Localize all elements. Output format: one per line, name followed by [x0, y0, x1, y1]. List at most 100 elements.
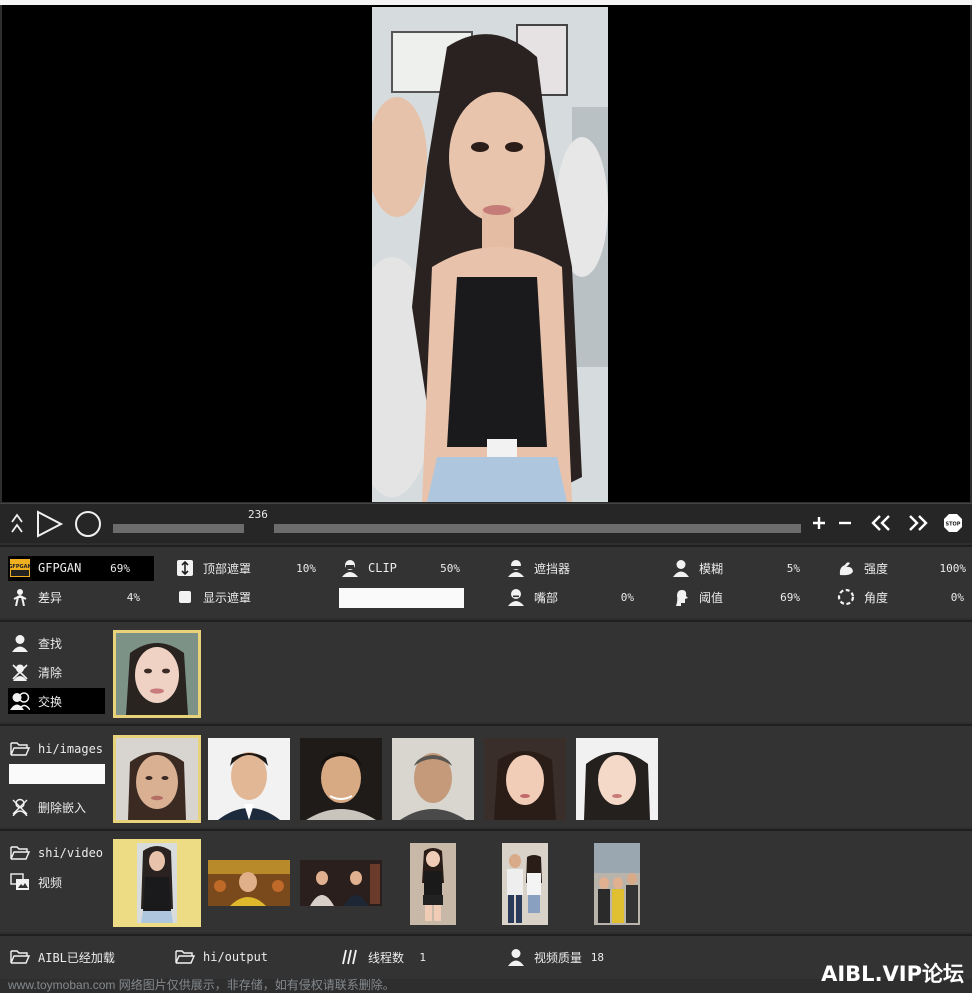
folder-open-icon [10, 843, 30, 863]
source-image-thumbnail[interactable] [300, 738, 382, 820]
gfpgan-setting[interactable]: GFPGAN GFPGAN [10, 557, 81, 579]
delete-embed-label: 删除嵌入 [38, 800, 87, 815]
top-mask-setting[interactable]: 顶部遮罩 [175, 557, 251, 579]
timeline-played[interactable] [113, 524, 244, 533]
swap-faces-button[interactable]: 交换 [10, 690, 62, 712]
play-icon[interactable] [32, 507, 66, 541]
strength-label: 强度 [864, 561, 889, 576]
video-thumbnail[interactable] [410, 843, 456, 925]
clear-person-icon [10, 662, 30, 682]
occluder-label: 遮挡器 [534, 561, 571, 576]
swap-label: 交换 [38, 694, 63, 709]
blur-label: 模糊 [699, 561, 724, 576]
svg-text:GFPGAN: GFPGAN [10, 564, 30, 570]
video-folder-button[interactable]: shi/video [10, 842, 103, 864]
video-thumbnail-selected[interactable] [113, 839, 201, 927]
checkbox-icon[interactable] [175, 587, 195, 607]
source-image-thumbnail[interactable] [392, 738, 474, 820]
threshold-label: 阈值 [699, 590, 724, 605]
source-image-thumbnail[interactable] [576, 738, 658, 820]
gfpgan-value: 69% [110, 562, 130, 575]
images-folder-label: hi/images [38, 742, 104, 756]
diff-figure-icon [10, 587, 30, 607]
video-label: 视频 [38, 875, 63, 890]
muscle-icon [836, 558, 856, 578]
images-folder-button[interactable]: hi/images [10, 738, 103, 760]
preview-frame-image [372, 7, 608, 502]
show-mask-setting[interactable]: 显示遮罩 [175, 586, 251, 608]
folder-open-icon [10, 739, 30, 759]
models-loaded-label: AIBL已经加载 [38, 950, 115, 965]
collapse-up-icon[interactable] [8, 509, 26, 537]
source-videos-panel: shi/video 视频 [0, 829, 972, 932]
source-images-panel: hi/images 删除嵌入 [0, 724, 972, 827]
quality-value: 18 [590, 951, 604, 964]
video-thumbnail[interactable] [208, 860, 290, 906]
threshold-setting[interactable]: 阈值 [671, 586, 723, 608]
video-thumbnail[interactable] [502, 843, 548, 925]
video-quality-setting[interactable]: 视频质量 [506, 946, 582, 968]
video-preview [2, 5, 970, 502]
output-folder-button[interactable]: hi/output [175, 946, 268, 968]
delete-person-icon [10, 797, 30, 817]
source-image-thumbnail[interactable] [484, 738, 566, 820]
clear-faces-button[interactable]: 清除 [10, 661, 62, 683]
frame-number: 236 [248, 508, 268, 521]
zoom-out-icon[interactable] [834, 512, 856, 534]
models-loaded-button[interactable]: AIBL已经加载 [10, 946, 115, 968]
clip-text-input[interactable] [339, 588, 464, 608]
person-search-icon [10, 633, 30, 653]
source-image-thumbnail[interactable] [113, 735, 201, 823]
video-mode-button[interactable]: 视频 [10, 871, 62, 893]
quality-label: 视频质量 [534, 950, 583, 965]
strength-setting[interactable]: 强度 [836, 557, 888, 579]
diff-setting[interactable]: 差异 [10, 586, 62, 608]
threads-value: 1 [419, 951, 426, 964]
find-faces-button[interactable]: 查找 [10, 632, 62, 654]
mouth-setting[interactable]: 嘴部 [506, 586, 558, 608]
video-thumbnail[interactable] [300, 860, 382, 906]
blur-value: 5% [786, 562, 800, 575]
mouth-label: 嘴部 [534, 590, 559, 605]
target-faces-panel: 查找 清除 交换 [0, 620, 972, 722]
person-icon [671, 558, 691, 578]
person-icon [506, 947, 526, 967]
threads-icon [340, 947, 360, 967]
top-mask-label: 顶部遮罩 [203, 561, 252, 576]
angle-value: 0% [950, 591, 964, 604]
diff-value: 4% [126, 591, 140, 604]
top-mask-value: 10% [296, 562, 316, 575]
video-thumbnail[interactable] [594, 843, 640, 925]
source-watermark: www.toymoban.com 网络图片仅供展示，非存储，如有侵权请联系删除。 [8, 978, 395, 992]
rewind-icon[interactable] [868, 511, 894, 535]
clip-label: CLIP [368, 561, 397, 575]
vertical-resize-icon [175, 558, 195, 578]
found-face-thumbnail[interactable] [113, 630, 201, 718]
blur-setting[interactable]: 模糊 [671, 557, 723, 579]
gfpgan-label: GFPGAN [38, 561, 82, 575]
thread-count-setting[interactable]: 线程数 [340, 946, 404, 968]
zoom-in-icon[interactable] [808, 512, 830, 534]
angle-label: 角度 [864, 590, 889, 605]
angle-setting[interactable]: 角度 [836, 586, 888, 608]
stop-icon[interactable]: STOP [942, 512, 964, 534]
svg-text:STOP: STOP [946, 522, 961, 528]
source-image-thumbnail[interactable] [208, 738, 290, 820]
timeline-remaining[interactable] [274, 524, 801, 533]
show-mask-label: 显示遮罩 [203, 590, 252, 605]
mouth-person-icon [506, 587, 526, 607]
settings-panel: GFPGAN GFPGAN 69% 顶部遮罩 10% CLIP 50% 遮挡器 … [0, 545, 972, 618]
fast-forward-icon[interactable] [905, 511, 931, 535]
clip-setting[interactable]: CLIP [340, 557, 397, 579]
video-folder-label: shi/video [38, 846, 104, 860]
masked-person-icon [340, 558, 360, 578]
transport-bar: 236 STOP [0, 503, 972, 543]
video-image-icon [10, 872, 30, 892]
record-icon[interactable] [71, 507, 105, 541]
occluder-setting[interactable]: 遮挡器 [506, 557, 570, 579]
strength-value: 100% [939, 562, 967, 575]
image-search-input[interactable] [9, 764, 105, 784]
forum-watermark: AIBL.VIP论坛 [821, 962, 964, 986]
clear-label: 清除 [38, 665, 63, 680]
delete-embed-button[interactable]: 删除嵌入 [10, 796, 86, 818]
